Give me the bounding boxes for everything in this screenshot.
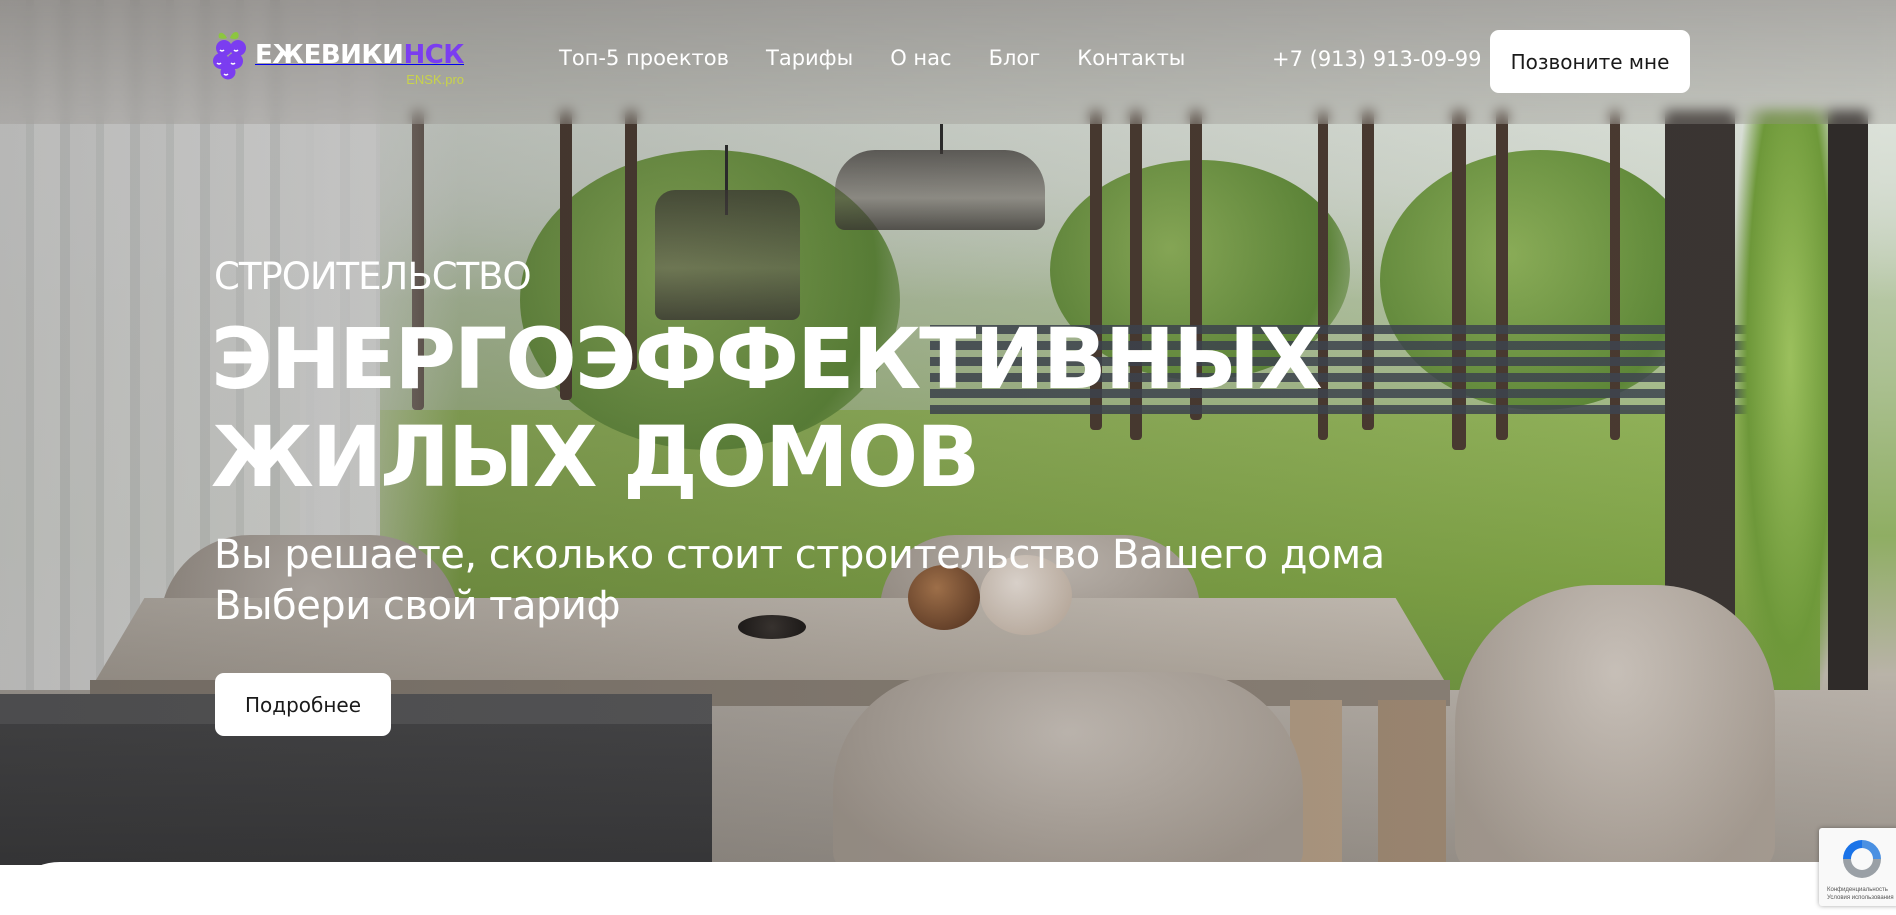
nav-item-blog[interactable]: Блог: [989, 46, 1041, 70]
main-nav: Топ-5 проектов Тарифы О нас Блог Контакт…: [559, 46, 1222, 70]
site-header: ЕЖЕВИКИНСК ENSK.pro Топ-5 проектов Тариф…: [0, 0, 1896, 124]
recaptcha-badge[interactable]: Конфиденциальность Условия использования: [1819, 828, 1896, 906]
hero-subtitle: Вы решаете, сколько стоит строительство …: [214, 530, 1385, 632]
nav-item-top5[interactable]: Топ-5 проектов: [559, 46, 729, 70]
next-section-edge: [0, 862, 1896, 915]
logo-link[interactable]: ЕЖЕВИКИНСК ENSK.pro: [213, 28, 465, 87]
nav-item-contacts[interactable]: Контакты: [1077, 46, 1185, 70]
nav-item-about[interactable]: О нас: [890, 46, 951, 70]
hero-title-line: ЭНЕРГОЭФФЕКТИВНЫХ: [211, 310, 1323, 408]
logo-name: ЕЖЕВИКИНСК: [255, 40, 465, 70]
recaptcha-terms-link[interactable]: Условия использования: [1827, 894, 1894, 902]
hero-subtitle-line: Вы решаете, сколько стоит строительство …: [214, 532, 1385, 578]
hero-title-line: ЖИЛЫХ ДОМОВ: [211, 408, 980, 506]
blackberry-logo-icon: [213, 28, 253, 80]
logo-subtitle: ENSK.pro: [406, 72, 465, 87]
hero-title: ЭНЕРГОЭФФЕКТИВНЫХ ЖИЛЫХ ДОМОВ: [211, 310, 1323, 506]
phone-link[interactable]: +7 (913) 913-09-99: [1272, 47, 1481, 71]
recaptcha-icon: [1839, 836, 1885, 882]
hero-subtitle-line: Выбери свой тариф: [214, 583, 621, 629]
recaptcha-privacy-link[interactable]: Конфиденциальность: [1827, 886, 1894, 894]
hero-eyebrow: СТРОИТЕЛЬСТВО: [214, 255, 532, 298]
more-button[interactable]: Подробнее: [215, 673, 391, 736]
call-me-button[interactable]: Позвоните мне: [1490, 30, 1690, 93]
nav-item-tariffs[interactable]: Тарифы: [766, 46, 853, 70]
